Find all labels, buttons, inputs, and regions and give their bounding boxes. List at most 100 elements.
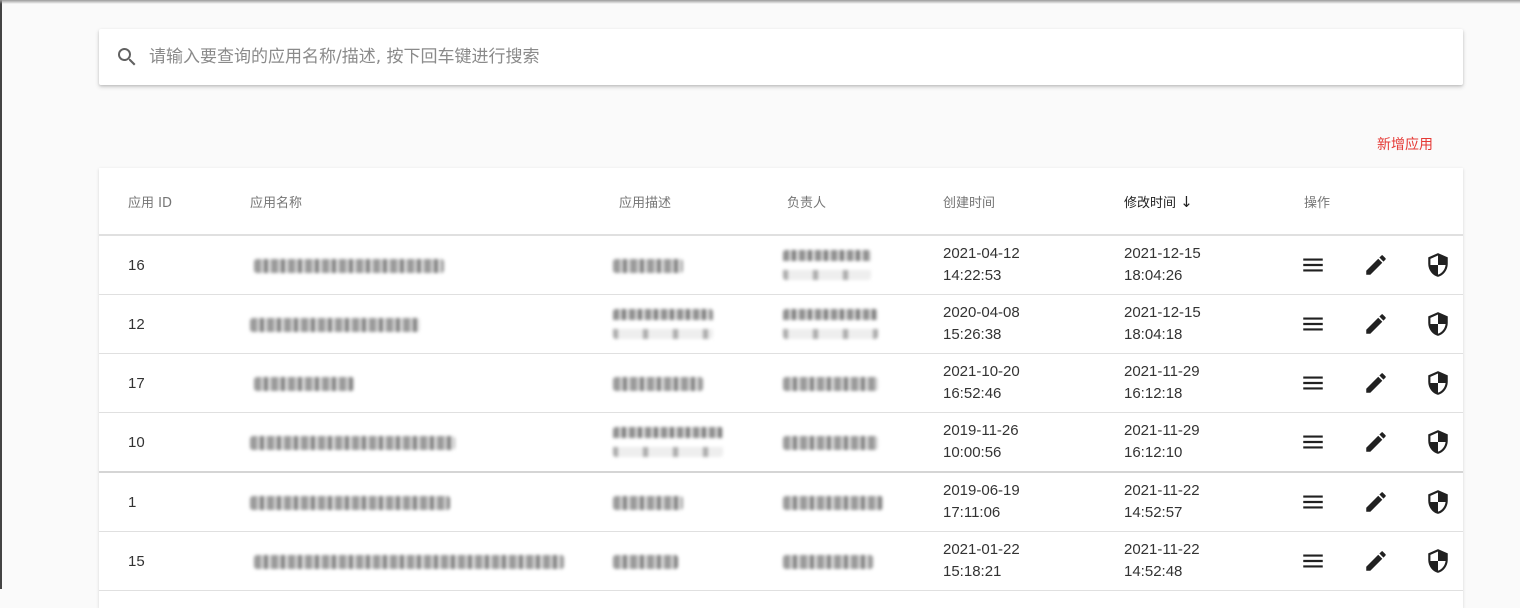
- cell-actions: [1303, 235, 1463, 295]
- created-date: 2019-06-19: [943, 482, 1020, 499]
- col-header-id[interactable]: 应用 ID: [99, 168, 250, 236]
- cell-owner: [783, 235, 943, 295]
- cell-name: [250, 412, 619, 473]
- search-input[interactable]: [147, 36, 1451, 78]
- created-time: 14:22:53: [943, 267, 1002, 284]
- cell-desc: [613, 353, 787, 413]
- cell-id: 12: [99, 294, 250, 354]
- edit-icon[interactable]: [1363, 489, 1389, 515]
- edit-icon[interactable]: [1363, 429, 1389, 455]
- menu-icon[interactable]: [1300, 311, 1326, 337]
- redacted-desc: [613, 376, 703, 391]
- modified-time: 18:04:18: [1124, 326, 1183, 343]
- modified-date: 2021-11-22: [1124, 541, 1200, 558]
- modified-time: 14:52:57: [1124, 504, 1183, 521]
- shield-icon[interactable]: [1425, 429, 1451, 455]
- created-date: 2019-11-26: [943, 422, 1019, 439]
- window-edge: [0, 0, 2, 589]
- cell-created: 2021-04-12 14:22:53: [943, 235, 1124, 295]
- search-bar: [99, 29, 1463, 85]
- created-time: 16:52:46: [943, 385, 1002, 402]
- cell-desc: [613, 235, 787, 295]
- created-date: 2020-04-08: [943, 304, 1020, 321]
- menu-icon[interactable]: [1300, 429, 1326, 455]
- cell-modified: 2021-11-22 14:52:48: [1124, 531, 1304, 591]
- cell-name: [250, 353, 619, 413]
- search-icon: [115, 45, 139, 69]
- add-app-button[interactable]: 新增应用: [1377, 134, 1433, 154]
- redacted-desc: [613, 554, 678, 569]
- redacted-owner: [783, 309, 878, 339]
- created-time: 10:00:56: [943, 444, 1002, 461]
- menu-icon[interactable]: [1300, 489, 1326, 515]
- cell-modified: 2021-12-15 18:04:18: [1124, 294, 1304, 354]
- table-row[interactable]: 1 2019-06-19 17:11:06 2021-11-22 14:52:57: [99, 472, 1463, 532]
- cell-desc: [613, 472, 787, 532]
- apps-table-card: 应用 ID 应用名称 应用描述 负责人 创建时间 修改时间 ↓ 操作 16 20…: [99, 168, 1463, 608]
- cell-modified: 2021-11-29 16:12:18: [1124, 353, 1304, 413]
- shield-icon[interactable]: [1425, 548, 1451, 574]
- cell-owner: [783, 412, 943, 473]
- cell-id: 1: [99, 472, 250, 532]
- table-row[interactable]: 17 2021-10-20 16:52:46 2021-11-29 16:12:18: [99, 353, 1463, 413]
- cell-created: 2019-11-26 10:00:56: [943, 412, 1124, 473]
- redacted-desc: [613, 258, 683, 273]
- cell-modified: 2021-12-15 18:04:26: [1124, 235, 1304, 295]
- cell-actions: [1303, 294, 1463, 354]
- edit-icon[interactable]: [1363, 548, 1389, 574]
- table-row[interactable]: 15 2021-01-22 15:18:21 2021-11-22 14:52:48: [99, 531, 1463, 591]
- created-date: 2021-10-20: [943, 363, 1020, 380]
- redacted-owner: [783, 554, 873, 569]
- cell-name: [250, 472, 619, 532]
- shield-icon[interactable]: [1425, 370, 1451, 396]
- created-time: 15:26:38: [943, 326, 1002, 343]
- menu-icon[interactable]: [1300, 252, 1326, 278]
- edit-icon[interactable]: [1363, 311, 1389, 337]
- edit-icon[interactable]: [1363, 252, 1389, 278]
- shield-icon[interactable]: [1425, 311, 1451, 337]
- redacted-owner: [783, 435, 878, 450]
- cell-actions: [1303, 412, 1463, 473]
- cell-name: [250, 235, 619, 295]
- col-header-ops: 操作: [1304, 168, 1463, 236]
- col-header-modified[interactable]: 修改时间 ↓: [1124, 168, 1304, 236]
- table-row[interactable]: 10 2019-11-26 10:00:56 2021-11-29 16:12:10: [99, 412, 1463, 473]
- menu-icon[interactable]: [1300, 548, 1326, 574]
- modified-date: 2021-11-29: [1124, 363, 1200, 380]
- cell-created: 2021-10-20 16:52:46: [943, 353, 1124, 413]
- redacted-name: [254, 554, 564, 569]
- modified-date: 2021-11-29: [1124, 422, 1200, 439]
- cell-actions: [1303, 472, 1463, 532]
- col-header-name[interactable]: 应用名称: [250, 168, 619, 236]
- edit-icon[interactable]: [1363, 370, 1389, 396]
- top-bar-shadow: [0, 0, 1520, 4]
- col-header-created[interactable]: 创建时间: [943, 168, 1124, 236]
- redacted-name: [250, 495, 450, 510]
- cell-created: 2020-04-08 15:26:38: [943, 294, 1124, 354]
- cell-name: [250, 294, 619, 354]
- created-date: 2021-01-22: [943, 541, 1020, 558]
- cell-created: 2021-01-22 15:18:21: [943, 531, 1124, 591]
- table-row[interactable]: 16 2021-04-12 14:22:53 2021-12-15 18:04:26: [99, 235, 1463, 295]
- cell-desc: [613, 294, 787, 354]
- col-header-modified-label: 修改时间: [1124, 195, 1177, 211]
- cell-id: 17: [99, 353, 250, 413]
- redacted-desc: [613, 495, 683, 510]
- menu-icon[interactable]: [1300, 370, 1326, 396]
- shield-icon[interactable]: [1425, 489, 1451, 515]
- redacted-name: [254, 376, 354, 391]
- cell-owner: [783, 472, 943, 532]
- col-header-desc[interactable]: 应用描述: [619, 168, 787, 236]
- col-header-owner[interactable]: 负责人: [787, 168, 943, 236]
- redacted-owner: [783, 495, 883, 510]
- cell-owner: [783, 294, 943, 354]
- modified-time: 18:04:26: [1124, 267, 1183, 284]
- shield-icon[interactable]: [1425, 252, 1451, 278]
- cell-actions: [1303, 353, 1463, 413]
- cell-id: 10: [99, 412, 250, 473]
- modified-time: 16:12:10: [1124, 444, 1183, 461]
- cell-actions: [1303, 531, 1463, 591]
- table-row[interactable]: 12 2020-04-08 15:26:38 2021-12-15 18:04:18: [99, 294, 1463, 354]
- redacted-owner: [783, 376, 878, 391]
- cell-desc: [613, 412, 787, 473]
